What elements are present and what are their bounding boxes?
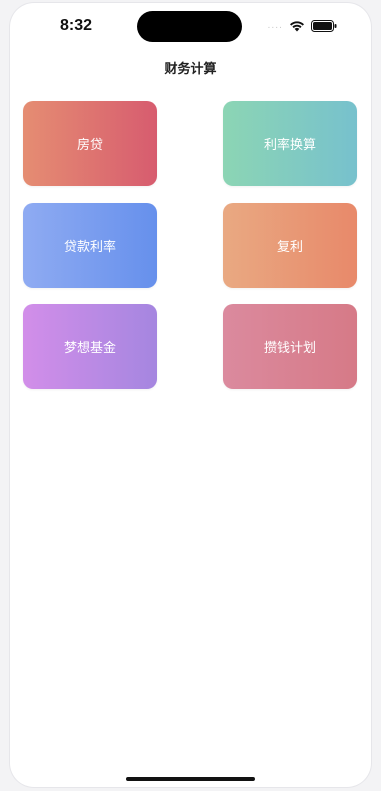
status-icons: .... [268,17,337,35]
card-label: 复利 [276,240,303,255]
savings-plan-card[interactable]: 攒钱计划 [223,304,357,389]
battery-icon [311,17,337,36]
status-time: 8:32 [60,17,93,34]
rate-conversion-card[interactable]: 利率换算 [223,101,357,186]
status-bar: 8:32 .... [10,3,371,49]
phone-screen: 8:32 .... 财务计算 房贷 利率换算 贷款利率 复利 梦想基金 攒钱计划 [10,3,371,787]
wifi-icon [289,17,305,36]
card-label: 利率换算 [263,138,316,153]
card-label: 攒钱计划 [263,341,316,356]
mortgage-card[interactable]: 房贷 [23,101,157,186]
home-indicator[interactable] [126,777,255,781]
card-label: 梦想基金 [63,341,116,356]
compound-interest-card[interactable]: 复利 [223,203,357,288]
card-label: 房贷 [76,138,103,153]
dream-fund-card[interactable]: 梦想基金 [23,304,157,389]
loan-rate-card[interactable]: 贷款利率 [23,203,157,288]
card-label: 贷款利率 [63,240,116,255]
signal-icon: .... [267,21,283,31]
page-title: 财务计算 [164,62,217,77]
dynamic-island [137,11,242,42]
